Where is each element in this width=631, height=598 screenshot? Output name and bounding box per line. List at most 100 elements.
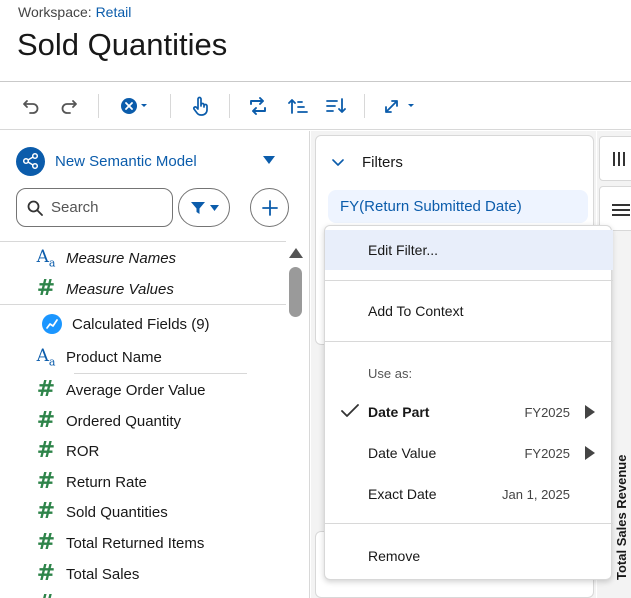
search-icon [27,200,43,216]
menu-item-date-part[interactable]: Date Part FY2025 [325,392,613,432]
swap-icon [250,97,266,115]
list-item[interactable]: # Ordered Quantity [0,406,286,436]
menu-divider [325,280,613,281]
number-field-icon: # [36,561,56,586]
toolbar-separator [170,94,171,118]
chevron-right-icon [585,446,595,460]
field-label: ROR [66,442,100,460]
pointer-button[interactable] [188,92,212,120]
menu-item-label: Remove [368,548,421,564]
number-field-icon: # [36,276,56,301]
text-field-icon: Aa [36,345,56,369]
list-item[interactable]: Aa Product Name [0,342,286,372]
fit-icon [385,100,414,113]
field-list: Aa Measure Names # Measure Values Calcul… [0,241,286,598]
rows-icon [612,204,630,216]
workspace-label: Workspace: [18,4,92,20]
fit-menu-button[interactable] [382,92,418,120]
toolbar [0,82,631,130]
menu-item-label: Edit Filter... [368,242,439,258]
sort-ascending-button[interactable] [286,92,310,120]
search-input[interactable] [51,199,161,216]
checkmark-icon [341,404,359,417]
menu-item-label: Add To Context [368,303,464,319]
list-item[interactable]: Aa Measure Names [0,243,286,273]
menu-divider [325,341,613,342]
field-label: Ordered Quantity [66,412,182,430]
menu-item-add-to-context[interactable]: Add To Context [325,291,613,331]
list-item[interactable]: # Average Order Value [0,375,286,405]
number-field-icon: # [36,469,56,494]
sort-descending-button[interactable] [324,92,348,120]
filters-header[interactable]: Filters [332,154,403,171]
redo-button[interactable] [58,92,80,120]
workspace-breadcrumb: Workspace: Retail [18,4,131,20]
number-field-icon: # [36,408,56,433]
text-field-icon: Aa [36,246,56,270]
menu-item-edit-filter[interactable]: Edit Filter... [325,230,613,270]
divider [0,304,286,305]
sort-descending-icon [326,98,346,113]
undo-icon [23,100,39,114]
field-label: Return Rate [66,473,147,491]
chevron-down-icon[interactable] [262,155,276,165]
chevron-right-icon [585,405,595,419]
number-field-icon: # [36,377,56,402]
field-label: Total Returned Items [66,534,205,552]
field-label: Total Sales [66,565,140,583]
menu-item-exact-date[interactable]: Exact Date Jan 1, 2025 [325,474,613,514]
sort-ascending-icon [288,99,308,114]
semantic-model-icon [16,146,45,176]
menu-divider [325,523,613,524]
filter-context-menu: Edit Filter... Add To Context Use as: Da… [324,225,613,580]
filter-pill[interactable]: FY(Return Submitted Date) [328,190,588,223]
funnel-icon [190,201,205,214]
list-item[interactable]: # [0,589,286,598]
menu-item-label: Exact Date [368,486,437,502]
number-field-icon: # [36,530,56,555]
columns-shelf[interactable] [599,136,631,181]
toolbar-separator [229,94,230,118]
chevron-down-icon [332,158,344,166]
list-item[interactable]: # ROR [0,436,286,466]
plus-icon [261,199,278,216]
workspace-link[interactable]: Retail [96,4,132,20]
data-pane: New Semantic Model Aa Measure Names # Me… [0,131,310,598]
list-item[interactable]: # Return Rate [0,467,286,497]
semantic-model-selector[interactable]: New Semantic Model [16,145,286,177]
field-label: Product Name [66,348,162,366]
field-filter-button[interactable] [178,188,230,227]
menu-item-date-value[interactable]: Date Value FY2025 [325,433,613,473]
scroll-thumb[interactable] [289,267,302,317]
columns-icon [613,152,625,166]
chevron-down-icon [209,204,219,211]
filters-title: Filters [362,154,403,171]
pointer-icon [193,96,208,116]
add-field-button[interactable] [250,188,289,227]
field-label: Measure Names [66,249,177,267]
redo-icon [61,100,77,114]
list-item[interactable]: # Sold Quantities [0,497,286,527]
list-item[interactable]: # Total Sales [0,559,286,589]
axis-label: Total Sales Revenue [614,454,629,580]
field-search[interactable] [16,188,173,227]
field-list-scrollbar[interactable] [287,241,305,598]
list-item[interactable]: # Measure Values [0,274,286,304]
scroll-up-arrow-icon[interactable] [289,248,303,258]
page-header: Workspace: Retail Sold Quantities [0,0,631,82]
calculated-field-icon [42,314,62,334]
number-field-icon: # [35,593,57,598]
menu-section-label: Use as: [368,366,413,381]
menu-item-label: Date Value [368,445,437,461]
list-item[interactable]: # Total Returned Items [0,528,286,558]
field-label: Average Order Value [66,381,206,399]
menu-item-remove[interactable]: Remove [325,536,613,576]
undo-button[interactable] [20,92,42,120]
toolbar-separator [364,94,365,118]
clear-menu-button[interactable] [116,92,154,120]
swap-button[interactable] [246,92,270,120]
calculated-fields-group[interactable]: Calculated Fields (9) [0,309,286,339]
toolbar-separator [98,94,99,118]
field-label: Sold Quantities [66,503,168,521]
menu-item-value: FY2025 [524,404,570,420]
